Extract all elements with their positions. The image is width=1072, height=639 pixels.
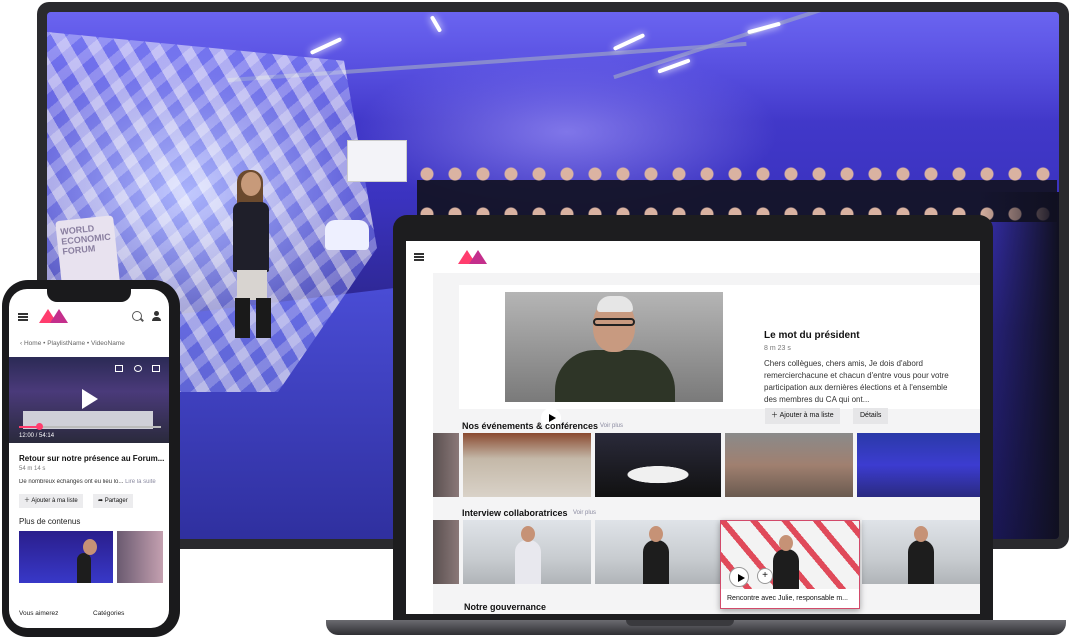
- breadcrumb[interactable]: ‹ Home • PlaylistName • VideoName: [20, 340, 125, 347]
- share-label: Partager: [104, 498, 128, 504]
- progress-handle[interactable]: [35, 423, 43, 430]
- video-thumbnail[interactable]: [595, 520, 721, 584]
- hero-description: Chers collègues, chers amis, Je dois d'a…: [764, 359, 949, 404]
- video-thumbnail[interactable]: [117, 531, 163, 583]
- add-to-list-label: Ajouter à ma liste: [779, 412, 834, 419]
- progress-bar[interactable]: [19, 423, 161, 430]
- share-button[interactable]: ➦ Partager: [93, 494, 133, 508]
- main-content: Le mot du président 8 m 23 s Chers collè…: [433, 273, 980, 614]
- video-description: De nombreux échanges ont eu lieu lo... L…: [19, 479, 165, 485]
- video-thumbnail[interactable]: [463, 520, 591, 584]
- video-thumbnail[interactable]: [857, 433, 980, 497]
- hero-duration: 8 m 23 s: [764, 345, 791, 352]
- video-thumbnail[interactable]: [862, 520, 980, 584]
- video-thumbnail[interactable]: [463, 433, 591, 497]
- cast-icon[interactable]: [115, 365, 123, 372]
- brand-logo[interactable]: [39, 309, 68, 323]
- more-content-heading: Plus de contenus: [19, 517, 81, 526]
- row-title: Notre gouvernance: [464, 602, 547, 612]
- add-to-list-button[interactable]: ＋ Ajouter à ma liste: [19, 494, 83, 508]
- top-bar: [406, 241, 980, 273]
- video-thumbnail[interactable]: [433, 433, 459, 497]
- search-icon[interactable]: [132, 311, 142, 321]
- phone-notch: [47, 289, 131, 302]
- row-title: Nos événements & conférences: [462, 421, 599, 431]
- menu-icon[interactable]: [414, 253, 424, 261]
- video-player[interactable]: 12:00 / 54:14: [9, 357, 169, 443]
- video-duration: 54 m 14 s: [19, 466, 46, 472]
- stage-chair: [325, 220, 369, 250]
- settings-icon[interactable]: [134, 365, 142, 372]
- see-more-link[interactable]: Voir plus: [600, 423, 623, 429]
- video-title: Retour sur notre présence au Forum...: [19, 454, 165, 463]
- tab-liked[interactable]: Vous aimerez: [19, 610, 58, 617]
- menu-icon[interactable]: [18, 313, 28, 321]
- laptop-notch: [626, 620, 734, 626]
- add-to-list-label: Ajouter à ma liste: [31, 498, 78, 504]
- video-thumbnail[interactable]: [433, 520, 459, 584]
- tab-categories[interactable]: Catégories: [93, 610, 124, 617]
- brand-logo[interactable]: [458, 250, 488, 264]
- featured-video-card[interactable]: + Rencontre avec Julie, responsable m...: [720, 520, 860, 609]
- video-thumbnail[interactable]: [725, 433, 853, 497]
- laptop-screen: Le mot du président 8 m 23 s Chers collè…: [406, 241, 980, 614]
- plus-icon: ＋: [771, 412, 780, 419]
- play-icon[interactable]: [82, 389, 98, 409]
- fullscreen-icon[interactable]: [152, 365, 160, 372]
- add-to-list-button[interactable]: ＋ Ajouter à ma liste: [765, 408, 840, 424]
- user-icon[interactable]: [152, 311, 161, 321]
- see-more-link[interactable]: Voir plus: [573, 510, 596, 516]
- play-icon[interactable]: [729, 567, 749, 587]
- speaker: [227, 170, 277, 342]
- description-text: De nombreux échanges ont eu lieu lo...: [19, 479, 124, 485]
- row-title: Interview collaboratrices: [462, 508, 568, 518]
- add-icon[interactable]: +: [757, 568, 773, 584]
- easel-board: [347, 140, 407, 182]
- read-more-link[interactable]: Lire la suite: [125, 479, 156, 485]
- phone-screen: ‹ Home • PlaylistName • VideoName 12:00 …: [9, 289, 169, 628]
- video-thumbnail[interactable]: [19, 531, 113, 583]
- details-button[interactable]: Détails: [853, 408, 889, 424]
- featured-caption: Rencontre avec Julie, responsable m...: [727, 595, 849, 602]
- hero-video-thumbnail[interactable]: [505, 292, 723, 402]
- playback-time: 12:00 / 54:14: [19, 433, 55, 439]
- share-icon: ➦: [98, 498, 105, 504]
- video-thumbnail[interactable]: [595, 433, 721, 497]
- audience: [417, 162, 1057, 222]
- hero-title: Le mot du président: [764, 330, 860, 341]
